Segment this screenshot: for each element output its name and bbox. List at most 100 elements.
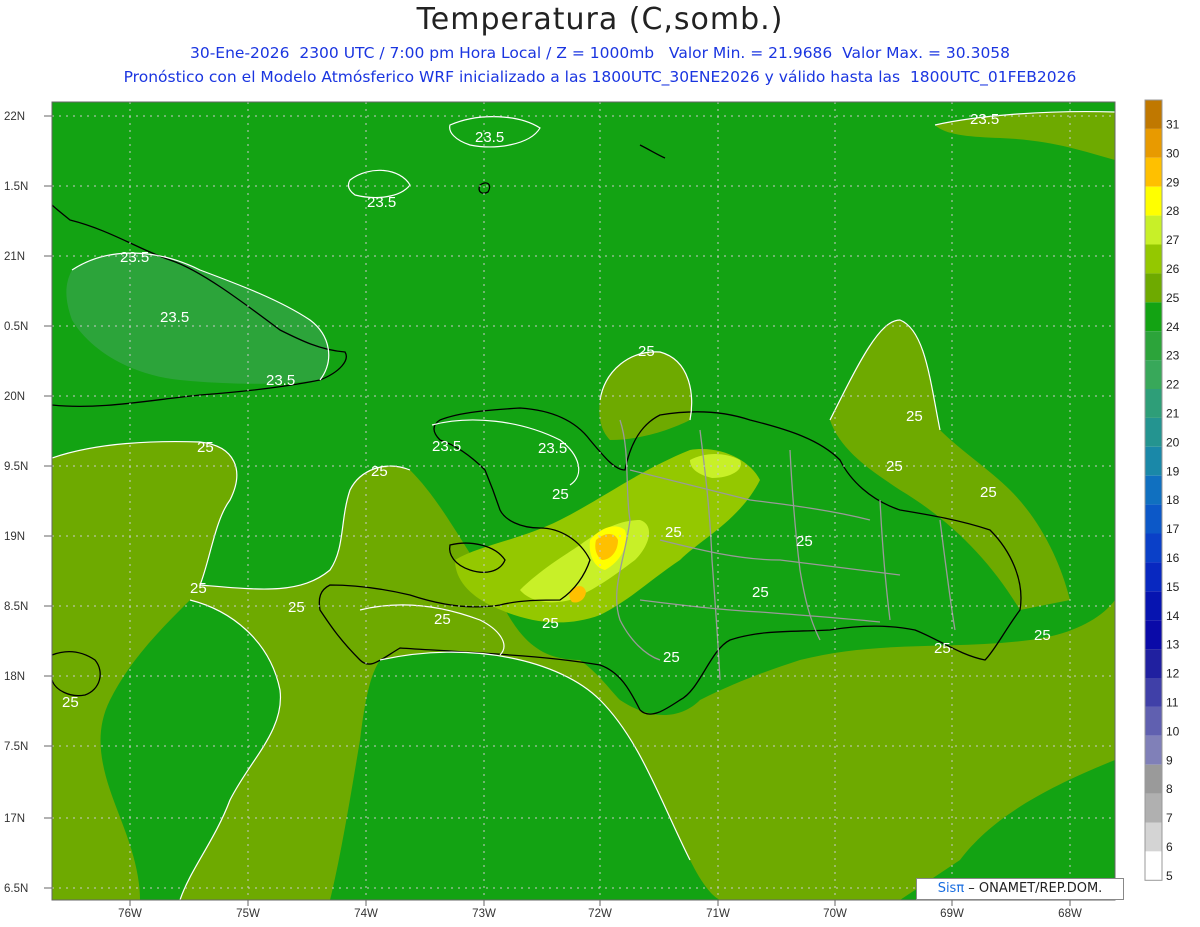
lat-label: 17N [4, 813, 25, 825]
colorbar-swatch [1145, 793, 1162, 823]
contour-label: 23.5 [266, 372, 295, 389]
contour-label: 25 [190, 580, 207, 597]
colorbar-label: 24 [1166, 320, 1180, 334]
colorbar-label: 23 [1166, 349, 1180, 363]
colorbar-label: 10 [1166, 724, 1180, 738]
colorbar-swatch [1145, 620, 1162, 650]
contour-label: 23.5 [475, 129, 504, 146]
colorbar-swatch [1145, 128, 1162, 158]
lon-ticks [129, 900, 1071, 906]
lat-label: 18N [4, 671, 25, 683]
colorbar-label: 5 [1166, 869, 1173, 883]
lat-axis: 22N 1.5N 21N 0.5N 20N 9.5N 19N 8.5N 18N … [4, 111, 28, 895]
colorbar-swatch [1145, 475, 1162, 505]
colorbar-swatch [1145, 822, 1162, 852]
lat-label: 22N [4, 111, 25, 123]
contour-label: 25 [197, 439, 214, 456]
colorbar-swatch [1145, 504, 1162, 534]
map-canvas: 23.5 23.5 23.5 23.5 23.5 23.5 23.5 23.5 … [4, 99, 1180, 920]
contour-label: 25 [886, 458, 903, 475]
colorbar-label: 22 [1166, 378, 1180, 392]
colorbar-swatch [1145, 591, 1162, 621]
contour-label: 25 [62, 694, 79, 711]
colorbar-label: 9 [1166, 753, 1173, 767]
colorbar-label: 6 [1166, 840, 1173, 854]
colorbar-swatch [1145, 851, 1162, 881]
lat-label: 1.5N [4, 181, 28, 193]
contour-label: 25 [980, 484, 997, 501]
contour-label: 23.5 [367, 194, 396, 211]
colorbar-label: 13 [1166, 638, 1180, 652]
colorbar-swatch [1145, 273, 1162, 303]
lat-label: 20N [4, 391, 25, 403]
lon-label: 74W [354, 908, 378, 920]
colorbar-swatch [1145, 562, 1162, 592]
lon-label: 73W [472, 908, 496, 920]
colorbar-swatch [1145, 417, 1162, 447]
contour-label: 23.5 [120, 249, 149, 266]
contour-label: 25 [434, 611, 451, 628]
colorbar-label: 12 [1166, 667, 1180, 681]
lon-axis: 76W 75W 74W 73W 72W 71W 70W 69W 68W [118, 908, 1082, 920]
contour-label: 25 [663, 649, 680, 666]
colorbar-label: 19 [1166, 464, 1180, 478]
colorbar-label: 7 [1166, 811, 1173, 825]
lon-label: 71W [706, 908, 730, 920]
colorbar-label: 31 [1166, 117, 1180, 131]
contour-label: 25 [542, 615, 559, 632]
lat-ticks [44, 115, 52, 889]
colorbar-label: 8 [1166, 782, 1173, 796]
contour-label: 25 [906, 408, 923, 425]
colorbar-label: 26 [1166, 262, 1180, 276]
contour-label: 25 [752, 584, 769, 601]
lat-label: 0.5N [4, 321, 28, 333]
colorbar-swatch [1145, 215, 1162, 245]
colorbar-swatch [1145, 157, 1162, 187]
lon-label: 72W [588, 908, 612, 920]
colorbar-label: 15 [1166, 580, 1180, 594]
sispi-logo: Sisπ [937, 881, 965, 896]
colorbar-swatch [1145, 678, 1162, 707]
colorbar-swatch [1145, 186, 1162, 216]
colorbar-swatch [1145, 706, 1162, 736]
contour-label: 25 [934, 640, 951, 657]
colorbar-label: 27 [1166, 233, 1180, 247]
colorbar-label: 14 [1166, 609, 1180, 623]
lat-label: 9.5N [4, 461, 28, 473]
contour-label: 25 [1034, 627, 1051, 644]
contour-label: 25 [288, 599, 305, 616]
colorbar-label: 20 [1166, 435, 1180, 449]
colorbar-label: 16 [1166, 551, 1180, 565]
colorbar-swatch [1145, 331, 1162, 361]
lon-label: 68W [1058, 908, 1082, 920]
colorbar-label: 30 [1166, 146, 1180, 160]
colorbar-swatch [1145, 360, 1162, 389]
colorbar-label: 29 [1166, 175, 1180, 189]
contour-label: 25 [638, 343, 655, 360]
colorbar-swatch [1145, 244, 1162, 274]
contour-label: 25 [796, 533, 813, 550]
colorbar-label: 21 [1166, 406, 1180, 420]
lon-label: 70W [823, 908, 847, 920]
contour-label: 23.5 [432, 438, 461, 455]
colorbar-label: 11 [1166, 695, 1179, 709]
lat-label: 6.5N [4, 883, 28, 895]
lon-label: 69W [940, 908, 964, 920]
lon-label: 75W [236, 908, 260, 920]
contour-label: 23.5 [970, 111, 999, 128]
credit-box: Sisπ – ONAMET/REP.DOM. [916, 878, 1124, 900]
colorbar-label: 18 [1166, 493, 1180, 507]
contour-label: 23.5 [538, 440, 567, 457]
map-field: 23.5 23.5 23.5 23.5 23.5 23.5 23.5 23.5 … [52, 102, 1115, 900]
colorbar-swatch [1145, 764, 1162, 794]
colorbar-swatch [1145, 735, 1162, 765]
lon-label: 76W [118, 908, 142, 920]
colorbar-swatch [1145, 302, 1162, 332]
colorbar-label: 17 [1166, 522, 1180, 536]
lat-label: 8.5N [4, 601, 28, 613]
colorbar-label: 28 [1166, 204, 1180, 218]
credit-text: – ONAMET/REP.DOM. [964, 881, 1103, 896]
colorbar-swatch [1145, 100, 1162, 129]
colorbar-swatch [1145, 389, 1162, 418]
lat-label: 19N [4, 531, 25, 543]
